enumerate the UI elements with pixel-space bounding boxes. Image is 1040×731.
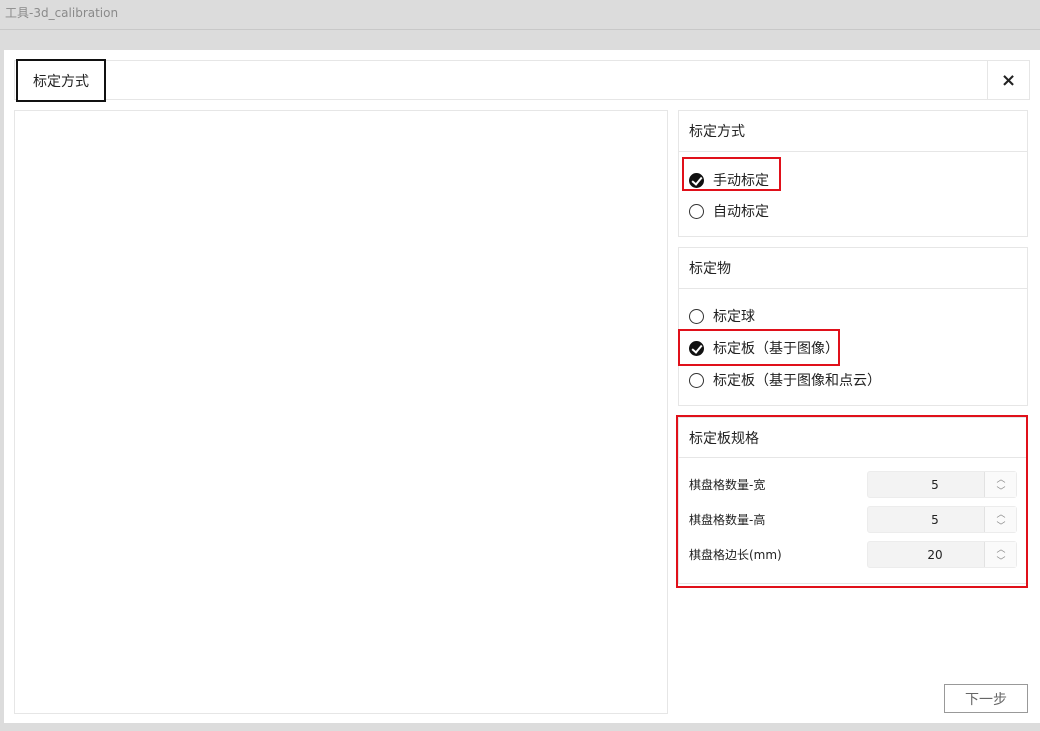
field-square-size: 棋盘格边长(mm) 20 ︿ ﹀ <box>689 541 1019 568</box>
field-grid-height: 棋盘格数量-高 5 ︿ ﹀ <box>689 506 1019 533</box>
method-panel-title: 标定方式 <box>679 111 1027 152</box>
option-label: 手动标定 <box>713 173 769 189</box>
object-panel: 标定物 标定球 标定板（基于图像） 标定板（基于图像和点云） <box>678 247 1028 406</box>
chevron-down-icon[interactable]: ﹀ <box>985 519 1017 532</box>
option-label: 标定球 <box>713 309 755 325</box>
title-bar: 工具-3d_calibration <box>0 0 1040 30</box>
spinbox-arrows: ︿ ﹀ <box>984 542 1016 567</box>
radio-unchecked-icon <box>689 372 704 388</box>
grid-width-spinbox[interactable]: 5 ︿ ﹀ <box>867 471 1017 498</box>
radio-board-image[interactable]: 标定板（基于图像） <box>689 337 839 359</box>
chevron-down-icon[interactable]: ﹀ <box>985 554 1017 567</box>
chevron-up-icon[interactable]: ︿ <box>985 472 1017 485</box>
spinbox-value[interactable]: 5 <box>868 507 1002 532</box>
radio-unchecked-icon <box>689 203 704 219</box>
radio-calibration-ball[interactable]: 标定球 <box>689 305 755 327</box>
radio-board-image-pointcloud[interactable]: 标定板（基于图像和点云） <box>689 369 881 391</box>
grid-height-spinbox[interactable]: 5 ︿ ﹀ <box>867 506 1017 533</box>
radio-manual-calibration[interactable]: 手动标定 <box>689 169 769 191</box>
radio-auto-calibration[interactable]: 自动标定 <box>689 200 769 222</box>
chevron-up-icon[interactable]: ︿ <box>985 542 1017 555</box>
method-panel: 标定方式 手动标定 自动标定 <box>678 110 1028 237</box>
dialog-header: 标定方式 × <box>14 59 1030 102</box>
spinbox-arrows: ︿ ﹀ <box>984 472 1016 497</box>
spec-panel-title: 标定板规格 <box>679 418 1027 458</box>
object-panel-title: 标定物 <box>679 248 1027 289</box>
image-canvas[interactable] <box>14 110 668 714</box>
spinbox-value[interactable]: 5 <box>868 472 1002 497</box>
chevron-down-icon[interactable]: ﹀ <box>985 484 1017 497</box>
calibration-dialog: 标定方式 × 标定方式 手动标定 自动标定 标定物 标定球 标定板（基于图像） … <box>4 50 1040 723</box>
radio-unchecked-icon <box>689 308 704 324</box>
spinbox-value[interactable]: 20 <box>868 542 1002 567</box>
close-icon[interactable]: × <box>987 61 1029 99</box>
field-grid-width: 棋盘格数量-宽 5 ︿ ﹀ <box>689 471 1019 498</box>
radio-checked-icon <box>689 340 704 356</box>
chevron-up-icon[interactable]: ︿ <box>985 507 1017 520</box>
next-step-button[interactable]: 下一步 <box>944 684 1028 713</box>
spinbox-arrows: ︿ ﹀ <box>984 507 1016 532</box>
option-label: 标定板（基于图像和点云） <box>713 373 881 389</box>
square-size-spinbox[interactable]: 20 ︿ ﹀ <box>867 541 1017 568</box>
option-label: 自动标定 <box>713 204 769 220</box>
radio-checked-icon <box>689 172 704 188</box>
tab-calibration-method[interactable]: 标定方式 <box>16 59 106 102</box>
window-title: 工具-3d_calibration <box>5 6 119 20</box>
board-spec-panel: 标定板规格 棋盘格数量-宽 5 ︿ ﹀ 棋盘格数量-高 5 ︿ ﹀ 棋盘格边长(… <box>678 417 1028 584</box>
option-label: 标定板（基于图像） <box>713 341 839 357</box>
